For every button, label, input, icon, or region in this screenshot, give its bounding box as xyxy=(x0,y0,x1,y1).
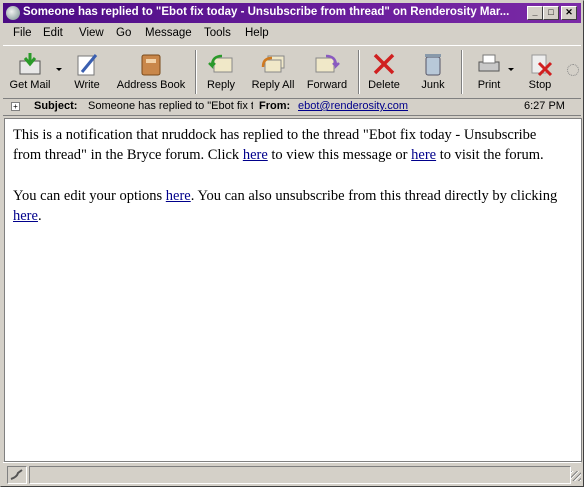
menu-bar: File Edit View Go Message Tools Help xyxy=(3,25,581,43)
expand-header-icon[interactable]: + xyxy=(11,102,20,111)
visit-forum-link[interactable]: here xyxy=(411,147,436,163)
body-text: . xyxy=(37,208,42,224)
toolbar-separator xyxy=(461,50,463,94)
print-icon xyxy=(478,54,500,72)
print-dropdown-icon[interactable] xyxy=(508,68,514,71)
forward-icon xyxy=(315,54,340,73)
toolbar: Get Mail Write Address Book Reply Reply … xyxy=(3,45,581,99)
stop-button[interactable]: Stop xyxy=(521,50,559,96)
throbber-icon xyxy=(567,64,579,76)
print-button[interactable]: Print xyxy=(469,50,509,96)
minimize-button[interactable]: _ xyxy=(527,6,543,20)
notification-paragraph: This is a notification that nruddock has… xyxy=(13,125,568,165)
get-mail-button[interactable]: Get Mail xyxy=(7,50,53,96)
unsubscribe-link[interactable]: here xyxy=(13,208,38,224)
body-text: to view this message or xyxy=(267,147,412,163)
status-bar xyxy=(3,462,581,485)
edit-options-link[interactable]: here xyxy=(166,188,191,204)
subject-value: Someone has replied to "Ebot fix t xyxy=(88,100,253,112)
mail-window: Someone has replied to "Ebot fix today -… xyxy=(0,0,584,487)
get-mail-dropdown-icon[interactable] xyxy=(56,68,62,71)
resize-grip-icon[interactable] xyxy=(571,471,581,481)
thunderbird-app-icon[interactable] xyxy=(6,6,20,20)
reply-icon xyxy=(208,54,233,73)
message-time: 6:27 PM xyxy=(524,100,565,112)
reply-all-button[interactable]: Reply All xyxy=(247,50,299,96)
stop-icon xyxy=(531,54,553,76)
maximize-button[interactable]: □ xyxy=(543,6,559,20)
menu-tools[interactable]: Tools xyxy=(204,27,231,39)
junk-icon xyxy=(425,54,441,76)
reply-button[interactable]: Reply xyxy=(201,50,241,96)
menu-view[interactable]: View xyxy=(79,27,104,39)
toolbar-separator xyxy=(358,50,360,94)
body-text: to visit the forum. xyxy=(436,147,544,163)
from-label: From: xyxy=(259,100,291,112)
view-message-link[interactable]: here xyxy=(243,147,268,163)
status-text-field xyxy=(29,466,571,484)
write-button[interactable]: Write xyxy=(67,50,107,96)
junk-button[interactable]: Junk xyxy=(415,50,451,96)
title-bar[interactable]: Someone has replied to "Ebot fix today -… xyxy=(3,3,581,23)
address-book-icon xyxy=(141,54,161,76)
connection-status-icon[interactable] xyxy=(7,466,27,484)
body-text: . You can also unsubscribe from this thr… xyxy=(190,188,558,204)
get-mail-icon xyxy=(19,53,41,75)
body-text: You can edit your options xyxy=(13,188,166,204)
forward-button[interactable]: Forward xyxy=(303,50,351,96)
menu-file[interactable]: File xyxy=(13,27,32,39)
message-header: + Subject: Someone has replied to "Ebot … xyxy=(3,99,581,116)
reply-all-icon xyxy=(261,55,285,73)
delete-button[interactable]: Delete xyxy=(363,50,405,96)
from-email-link[interactable]: ebot@renderosity.com xyxy=(298,100,408,112)
close-button[interactable]: ✕ xyxy=(561,6,577,20)
delete-icon xyxy=(373,53,395,75)
menu-help[interactable]: Help xyxy=(245,27,269,39)
subject-label: Subject: xyxy=(34,100,78,112)
menu-go[interactable]: Go xyxy=(116,27,131,39)
toolbar-separator xyxy=(195,50,197,94)
plug-icon xyxy=(10,469,23,480)
menu-message[interactable]: Message xyxy=(145,27,192,39)
options-paragraph: You can edit your options here. You can … xyxy=(13,186,568,226)
menu-edit[interactable]: Edit xyxy=(43,27,63,39)
write-icon xyxy=(77,54,98,76)
window-title: Someone has replied to "Ebot fix today -… xyxy=(23,6,510,18)
message-body[interactable]: This is a notification that nruddock has… xyxy=(4,118,582,462)
address-book-button[interactable]: Address Book xyxy=(115,50,187,96)
